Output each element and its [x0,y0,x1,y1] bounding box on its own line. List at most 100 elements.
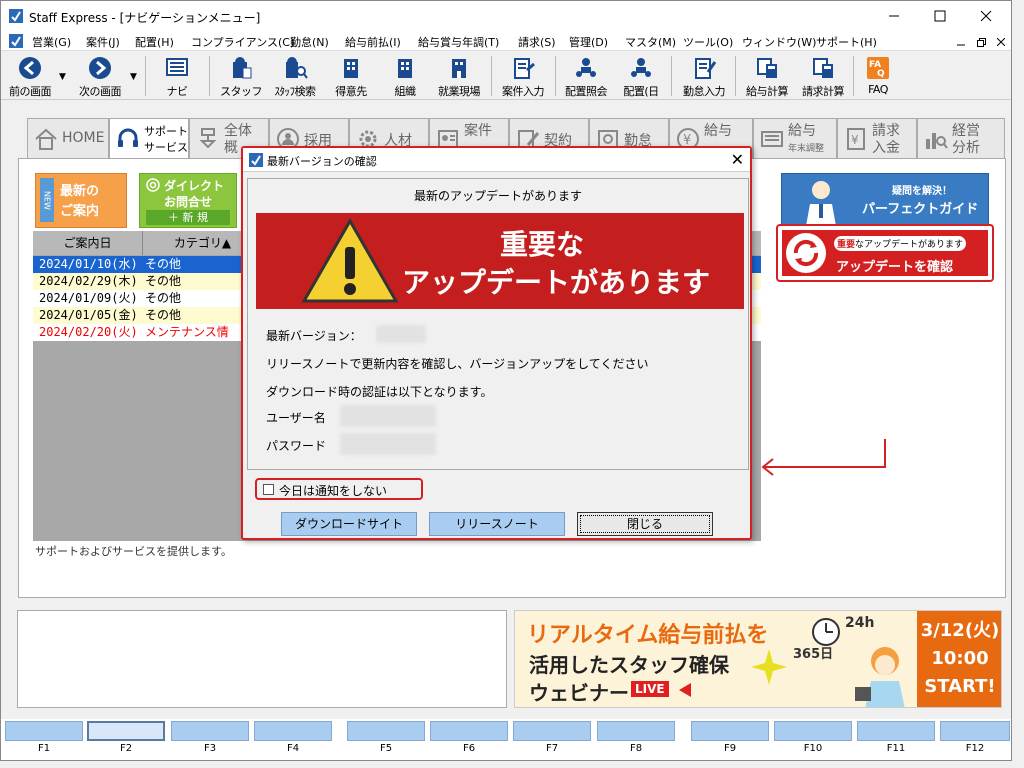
analysis-icon [926,133,948,149]
close-window-button[interactable] [963,1,1009,31]
live-badge: LIVE [631,681,669,697]
f9-key[interactable]: F9 [691,721,769,759]
minimize-button[interactable] [871,1,917,31]
download-site-button[interactable]: ダウンロードサイト [281,512,417,536]
f10-key[interactable]: F10 [774,721,852,759]
f11-key[interactable]: F11 [857,721,935,759]
payroll-calc-button[interactable]: 給与計算 [741,54,793,98]
checkbox-label: 今日は通知をしない [279,484,388,498]
payroll-calc-icon [757,58,777,78]
important-update-banner: 重要な アップデートがあります [256,213,744,309]
f7-key[interactable]: F7 [513,721,591,759]
forward-button[interactable]: 次の画面 [73,54,127,98]
tab-billing[interactable]: ¥ 請求 入金 [837,118,917,158]
close-button[interactable]: 閉じる [577,512,713,536]
menu-kintai[interactable]: 勤怠(N) [290,34,329,50]
job-entry-icon [514,58,535,79]
f5-key[interactable]: F5 [347,721,425,759]
menu-tool[interactable]: ツール(O) [683,34,733,50]
maximize-button[interactable] [917,1,963,31]
job-entry-button[interactable]: 案件入力 [497,54,549,98]
auth-info-text: ダウンロード時の認証は以下となります。 [266,385,493,399]
forward-dropdown-icon[interactable]: ▼ [130,72,137,82]
direct-inquiry-button[interactable]: ダイレクト お問合せ ＋ 新 規 [139,173,237,228]
f2-key[interactable]: F2 [87,721,165,759]
latest-news-button[interactable]: NEW 最新の ご案内 [35,173,127,228]
f6-key[interactable]: F6 [430,721,508,759]
back-dropdown-icon[interactable]: ▼ [59,72,66,82]
release-note-button[interactable]: リリースノート [429,512,565,536]
update-banner[interactable]: 重要なアップデートがあります アップデートを確認 [776,224,994,282]
organization-button[interactable]: 組織 [381,54,429,98]
perfect-guide-banner[interactable]: 疑問を解決！ パーフェクトガイド [781,173,989,225]
menu-bar: 営業(G) 案件(J) 配置(H) コンプライアンス(C) 勤怠(N) 給与前払… [1,31,1011,51]
maximize-icon [934,10,946,22]
menu-master[interactable]: マスタ(M) [625,34,676,50]
check-update-link: アップデートを確認 [836,260,954,275]
title-bar: Staff Express - [ナビゲーションメニュー] [1,1,1011,31]
menu-compliance[interactable]: コンプライアンス(C) [191,34,294,50]
faq-button[interactable]: FA Q FAQ [859,54,897,98]
mdi-minimize-button[interactable] [953,35,969,49]
mdi-close-button[interactable] [993,35,1009,49]
back-button[interactable]: 前の画面 [5,54,55,98]
f4-key[interactable]: F4 [254,721,332,759]
column-header-date[interactable]: ご案内日 [33,231,143,255]
attendance-entry-button[interactable]: 勤怠入力 [677,54,731,98]
function-key-bar: F1 F2 F3 F4 F5 F6 F7 F8 F9 F10 F11 F12 [1,719,1011,760]
menu-window[interactable]: ウィンドウ(W) [742,34,816,50]
toolbar-separator [491,56,492,96]
client-button[interactable]: 得意先 [327,54,375,98]
staff-icon [233,57,252,79]
checkbox-box[interactable] [263,484,274,495]
webinar-banner[interactable]: リアルタイム給与前払を 活用したスタッフ確保 ウェビナー LIVE 24h 36… [514,610,1002,708]
toolbar-separator [853,56,854,96]
forward-arrow-icon [89,57,111,79]
new-badge: NEW [40,178,54,222]
new-inquiry-button[interactable]: ＋ 新 規 [146,210,230,225]
f3-key[interactable]: F3 [171,721,249,759]
menu-kanri[interactable]: 管理(D) [569,34,608,50]
tab-year-end[interactable]: 給与 年末調整 [753,118,837,158]
back-arrow-icon [19,57,41,79]
navi-icon [166,58,188,76]
placement-inquiry-button[interactable]: 配置照会 [561,54,611,98]
home-icon [35,128,57,150]
mdi-restore-button[interactable] [973,35,989,49]
overview-icon [199,128,217,149]
f8-key[interactable]: F8 [597,721,675,759]
tab-home[interactable]: HOME [27,118,109,158]
headset-icon [118,128,138,147]
password-value-redacted [340,433,436,455]
dialog-close-icon[interactable]: ✕ [731,150,744,169]
menu-support[interactable]: サポート(H) [816,34,877,50]
dialog-heading: 最新のアップデートがあります [413,189,582,203]
password-label: パスワード [266,439,327,453]
dialog-title: 最新バージョンの確認 [267,155,377,168]
menu-haichi[interactable]: 配置(H) [135,34,174,50]
tab-management[interactable]: 経営 分析 [917,118,1005,158]
staff-search-button[interactable]: ｽﾀｯﾌ検索 [267,54,323,98]
placement-day-button[interactable]: 配置(日 [617,54,665,98]
menu-anken[interactable]: 案件(J) [86,34,120,50]
faq-icon: FAQ [867,57,889,79]
menu-kyuyo[interactable]: 給与賞与年調(T) [418,34,499,50]
no-notify-today-checkbox[interactable]: 今日は通知をしない [255,478,423,500]
app-icon [9,9,23,23]
worksite-button[interactable]: 就業現場 [433,54,485,98]
app-icon [9,34,23,48]
version-value-redacted [376,325,426,343]
f12-key[interactable]: F12 [940,721,1010,759]
tab-support-service[interactable]: サポート サービス [109,118,189,158]
at-icon [146,178,160,192]
f1-key[interactable]: F1 [5,721,83,759]
billing-calc-button[interactable]: 請求計算 [797,54,849,98]
attendance-entry-icon [695,58,717,79]
navi-button[interactable]: ナビ [155,54,199,98]
dialog-title-bar: 最新バージョンの確認 ✕ [243,148,750,172]
menu-eigyo[interactable]: 営業(G) [32,34,71,50]
menu-maebarai[interactable]: 給与前払(I) [345,34,401,50]
staff-button[interactable]: スタッフ [217,54,265,98]
menu-seikyu[interactable]: 請求(S) [518,34,556,50]
toolbar-separator [735,56,736,96]
